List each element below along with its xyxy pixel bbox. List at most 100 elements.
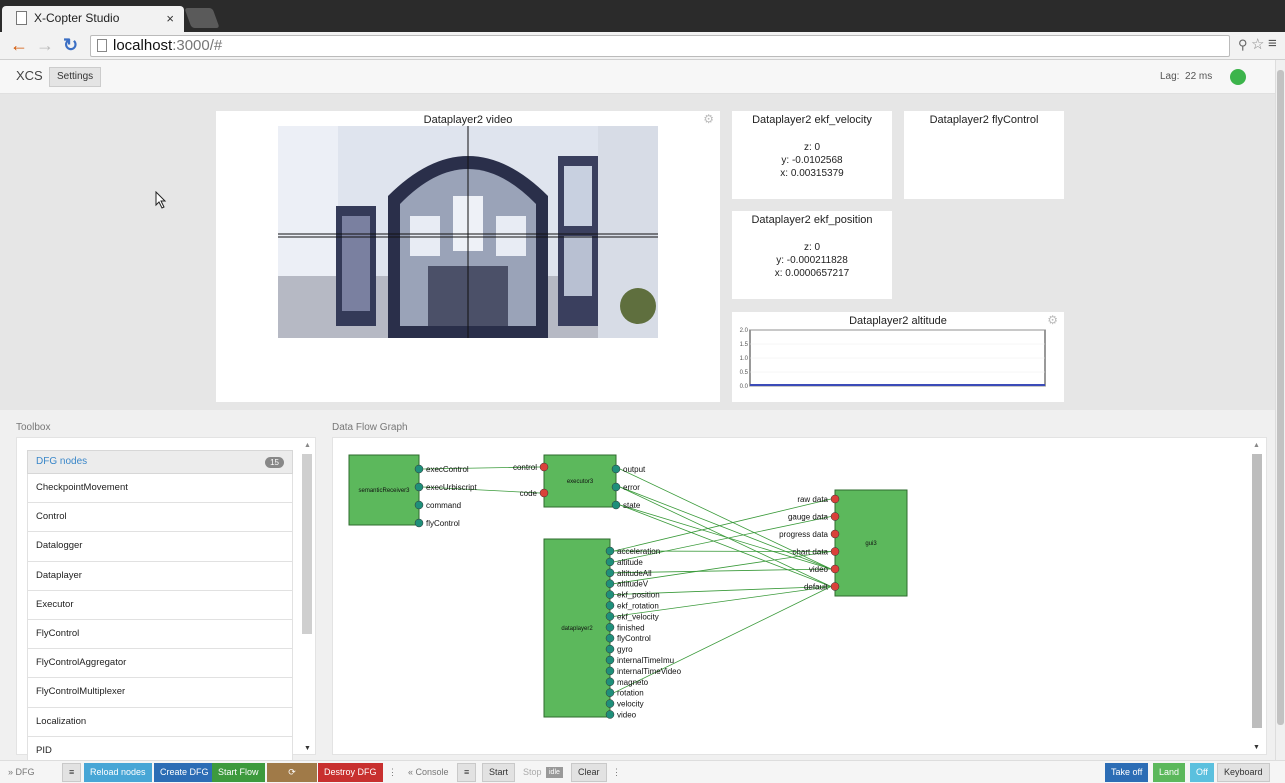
port-label: magneto (617, 678, 649, 687)
idle-badge: idle (546, 767, 563, 778)
output-port (605, 644, 615, 654)
console-stop-button[interactable]: Stop (521, 763, 544, 782)
scrollbar-thumb[interactable] (302, 454, 312, 634)
spinner-icon[interactable]: ⟳ (267, 763, 317, 782)
url-path: :3000/# (172, 37, 223, 54)
lag-label: Lag: (1160, 71, 1180, 82)
port-label: flyControl (617, 634, 651, 643)
keyboard-button[interactable]: Keyboard (1217, 763, 1270, 782)
output-port (605, 666, 615, 676)
console-more-icon[interactable]: ⋮ (610, 763, 623, 782)
app-header: XCS Settings Lag: 22 ms (0, 60, 1275, 94)
console-menu-icon[interactable]: ≡ (457, 763, 477, 782)
output-port (605, 710, 615, 719)
star-icon[interactable]: ☆ (1251, 35, 1264, 53)
scroll-up-icon[interactable]: ▲ (304, 442, 311, 449)
land-button[interactable]: Land (1153, 763, 1186, 782)
page-icon (16, 11, 27, 25)
dfg-toggle[interactable]: » DFG (6, 763, 37, 782)
output-port (605, 612, 615, 621)
toolbox-item[interactable]: FlyControlAggregator (27, 649, 293, 679)
ekf-position-x: x: 0.0000657217 (774, 268, 850, 279)
output-port (605, 699, 615, 708)
destroy-dfg-button[interactable]: Destroy DFG (318, 763, 383, 782)
scroll-down-icon[interactable]: ▼ (304, 745, 311, 752)
port-label: internalTimeImu (617, 656, 674, 665)
off-button[interactable]: Off (1190, 763, 1214, 782)
page-scrollbar[interactable] (1275, 60, 1285, 760)
address-bar[interactable]: localhost:3000/# (90, 35, 1230, 57)
output-port (605, 633, 615, 643)
port-label: velocity (617, 700, 644, 709)
output-port (605, 590, 615, 599)
toolbox-item[interactable]: Dataplayer (27, 561, 293, 591)
output-port (605, 579, 615, 588)
take-off-button[interactable]: Take off (1105, 763, 1149, 782)
dfg-menu-icon[interactable]: ≡ (62, 763, 82, 782)
app-brand: XCS (16, 68, 43, 83)
chart-tick-label: 0.5 (740, 370, 749, 376)
port-label: default (804, 583, 829, 592)
scroll-down-icon[interactable]: ▼ (1253, 744, 1260, 751)
browser-tab[interactable]: X-Copter Studio × (2, 6, 184, 32)
video-feed (278, 126, 658, 338)
gear-icon[interactable]: ⚙ (1047, 313, 1058, 327)
scrollbar-thumb[interactable] (1252, 454, 1262, 728)
node-count-badge: 15 (265, 457, 284, 468)
chart-tick-label: 1.5 (740, 342, 749, 348)
port-label: video (809, 565, 829, 574)
toolbox-scrollbar[interactable]: ▲ ▼ (301, 442, 313, 752)
toolbox-item[interactable]: FlyControl (27, 619, 293, 650)
settings-button[interactable]: Settings (49, 67, 102, 87)
toolbox-item[interactable]: Datalogger (27, 532, 293, 562)
toolbox-item[interactable]: Executor (27, 590, 293, 620)
port-label: execControl (426, 465, 469, 474)
ekf-position-y: y: -0.000211828 (776, 255, 848, 266)
port-label: finished (617, 623, 645, 632)
ekf-velocity-y: y: -0.0102568 (781, 155, 843, 166)
reload-nodes-button[interactable]: Reload nodes (84, 763, 152, 782)
toolbox-item[interactable]: Localization (27, 707, 293, 737)
port-label: error (623, 483, 640, 492)
toolbox-item[interactable]: Control (27, 503, 293, 533)
input-port (830, 547, 840, 556)
ekf-position-title: Dataplayer2 ekf_position (751, 214, 873, 226)
output-port (605, 677, 615, 687)
port-label: rotation (617, 689, 644, 698)
dfg-graph: semanticReceiver3 executor3 dataplayer2 gui… (348, 454, 908, 720)
port-label: code (520, 489, 538, 498)
zoom-icon[interactable]: ⚲ (1238, 37, 1248, 53)
start-flow-button[interactable]: Start Flow (212, 763, 265, 782)
forward-arrow-icon[interactable]: → (36, 35, 54, 55)
dfg-node-name: semanticReceiver3 (358, 488, 410, 494)
scroll-up-icon[interactable]: ▲ (1253, 442, 1260, 449)
port-label: video (617, 711, 637, 720)
console-start-button[interactable]: Start (482, 763, 516, 782)
port-label: altitudeV (617, 580, 649, 589)
dfg-more-icon[interactable]: ⋮ (386, 763, 399, 782)
ekf-position-z: z: 0 (803, 242, 821, 253)
browser-menu-icon[interactable]: ≡ (1268, 35, 1277, 52)
reload-icon[interactable]: ↻ (63, 35, 78, 55)
toolbox-item[interactable]: CheckpointMovement (27, 474, 293, 504)
toolbox-header-label: DFG nodes (36, 456, 88, 467)
port-label: progress data (779, 530, 828, 539)
console-toggle[interactable]: « Console (406, 763, 451, 782)
ekf-velocity-x: x: 0.00315379 (780, 168, 844, 179)
scrollbar-thumb[interactable] (1277, 70, 1284, 725)
video-panel-title: Dataplayer2 video (423, 114, 513, 126)
output-port (414, 482, 424, 492)
lag-value: 22 ms (1185, 71, 1213, 82)
toolbox-item[interactable]: FlyControlMultiplexer (27, 678, 293, 708)
create-dfg-button[interactable]: Create DFG (154, 763, 215, 782)
toolbox-header[interactable]: DFG nodes 15 (27, 450, 293, 474)
ekf-velocity-values: z: 0 y: -0.0102568 x: 0.00315379 (732, 141, 892, 180)
dfg-scrollbar[interactable]: ▲ ▼ (1250, 442, 1264, 754)
output-port (605, 688, 615, 697)
port-label: execUrbiscript (426, 483, 477, 492)
tab-close-icon[interactable]: × (166, 11, 174, 26)
gear-icon[interactable]: ⚙ (703, 112, 714, 126)
browser-toolbar: ← → ↻ localhost:3000/# ⚲ ☆ ≡ (0, 32, 1285, 60)
back-arrow-icon[interactable]: ← (10, 35, 28, 55)
console-clear-button[interactable]: Clear (571, 763, 607, 782)
